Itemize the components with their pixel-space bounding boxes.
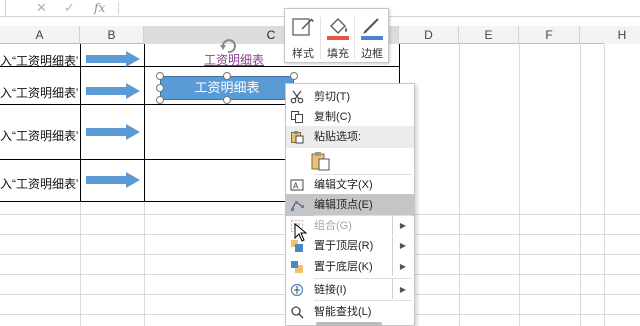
cancel-icon[interactable]: ✕ [36,1,47,15]
menu-item-send-to-back-label: 置于底层(K) [314,261,373,273]
border-button[interactable]: 边框 [355,9,389,64]
rotate-handle-icon[interactable] [219,38,239,54]
menu-item-cut[interactable]: 剪切(T) [286,86,414,108]
right-arrow-shape[interactable] [86,124,140,140]
border-label: 边框 [361,48,383,60]
paste-keep-source-button[interactable] [310,150,332,172]
fill-label: 填充 [327,48,349,60]
name-box-edge [0,0,6,17]
menu-item-link[interactable]: 链接(I) ▶ [286,279,414,301]
insert-function-icon[interactable]: fx [94,1,105,15]
column-header-b[interactable]: B [80,26,144,44]
mini-divider [354,17,355,59]
column-header-e[interactable]: E [459,26,519,44]
menu-item-copy-label: 复制(C) [314,111,352,123]
menu-item-link-label: 链接(I) [314,284,347,296]
clipboard-icon [311,152,330,171]
submenu-split [392,215,393,235]
style-label: 样式 [292,48,314,60]
resize-handle[interactable] [290,72,298,80]
submenu-split [392,236,393,256]
edit-text-icon: A [290,179,304,191]
link-icon [290,283,304,297]
grid-line [580,44,581,326]
enter-icon[interactable]: ✓ [64,1,75,15]
menu-item-edit-text[interactable]: A 编辑文字(X) [286,174,414,196]
menu-item-edit-points-label: 编辑顶点(E) [314,199,373,211]
submenu-arrow-icon: ▶ [399,285,406,294]
menu-item-bring-to-front-label: 置于顶层(R) [314,240,374,252]
resize-handle[interactable] [156,72,164,80]
table-border [144,44,145,202]
copy-icon [291,111,303,123]
grid-line [459,44,460,326]
right-arrow-shape[interactable] [86,51,140,67]
column-header-a[interactable]: A [0,26,80,44]
cell-a-row-2[interactable]: 入“工资明细表” [0,84,78,101]
style-button[interactable]: 样式 [286,9,320,64]
paint-bucket-icon [327,18,349,40]
grid-line [519,44,520,326]
submenu-arrow-icon: ▶ [399,241,406,250]
menu-paste-options-label: 粘贴选项: [314,131,362,143]
submenu-arrow-icon: ▶ [399,262,406,271]
send-to-back-icon [291,261,303,273]
menu-header-paste-options: 粘贴选项: [286,126,414,148]
mini-toolbar: 样式 填充 边框 [284,8,389,63]
cell-a-row-4[interactable]: 入“工资明细表” [0,175,78,192]
cell-a-row-3[interactable]: 入“工资明细表” [0,127,78,144]
cell-a-row-1[interactable]: 入“工资明细表” [0,52,78,69]
submenu-arrow-icon: ▶ [399,221,406,230]
menu-item-send-to-back[interactable]: 置于底层(K) ▶ [286,256,414,278]
menu-scroll-indicator [316,322,382,326]
edit-points-icon [291,201,304,211]
submenu-split [392,256,393,276]
grid-line [604,44,605,326]
context-menu: 剪切(T) 复制(C) 粘贴选项: A 编辑文字(X) 编辑顶点(E) 组合(G… [285,83,415,326]
right-arrow-shape[interactable] [86,83,140,99]
menu-item-smart-lookup[interactable]: 智能查找(L) [286,301,414,323]
fill-button[interactable]: 填充 [321,9,355,64]
mouse-cursor-icon [294,223,308,242]
menu-item-group-label: 组合(G) [314,220,352,232]
formula-bar-divider [118,2,119,15]
scissors-icon [290,90,304,104]
search-icon [291,306,304,319]
pen-outline-icon [361,18,383,40]
column-header-d[interactable]: D [399,26,459,44]
shape-style-icon [292,18,314,36]
resize-handle[interactable] [156,84,164,92]
resize-handle[interactable] [223,96,231,104]
menu-item-edit-text-label: 编辑文字(X) [314,179,373,191]
paste-icon [291,131,304,144]
column-header-h[interactable]: H [604,26,640,44]
right-arrow-shape[interactable] [86,172,140,188]
menu-item-smart-lookup-label: 智能查找(L) [314,306,372,318]
menu-item-edit-points[interactable]: 编辑顶点(E) [286,194,414,216]
menu-item-cut-label: 剪切(T) [314,91,351,103]
column-header-f[interactable]: F [519,26,580,44]
table-border [80,44,81,202]
submenu-split [392,279,393,299]
svg-text:A: A [293,182,299,191]
resize-handle[interactable] [156,96,164,104]
resize-handle[interactable] [223,72,231,80]
mini-divider [320,17,321,59]
menu-item-copy[interactable]: 复制(C) [286,106,414,128]
